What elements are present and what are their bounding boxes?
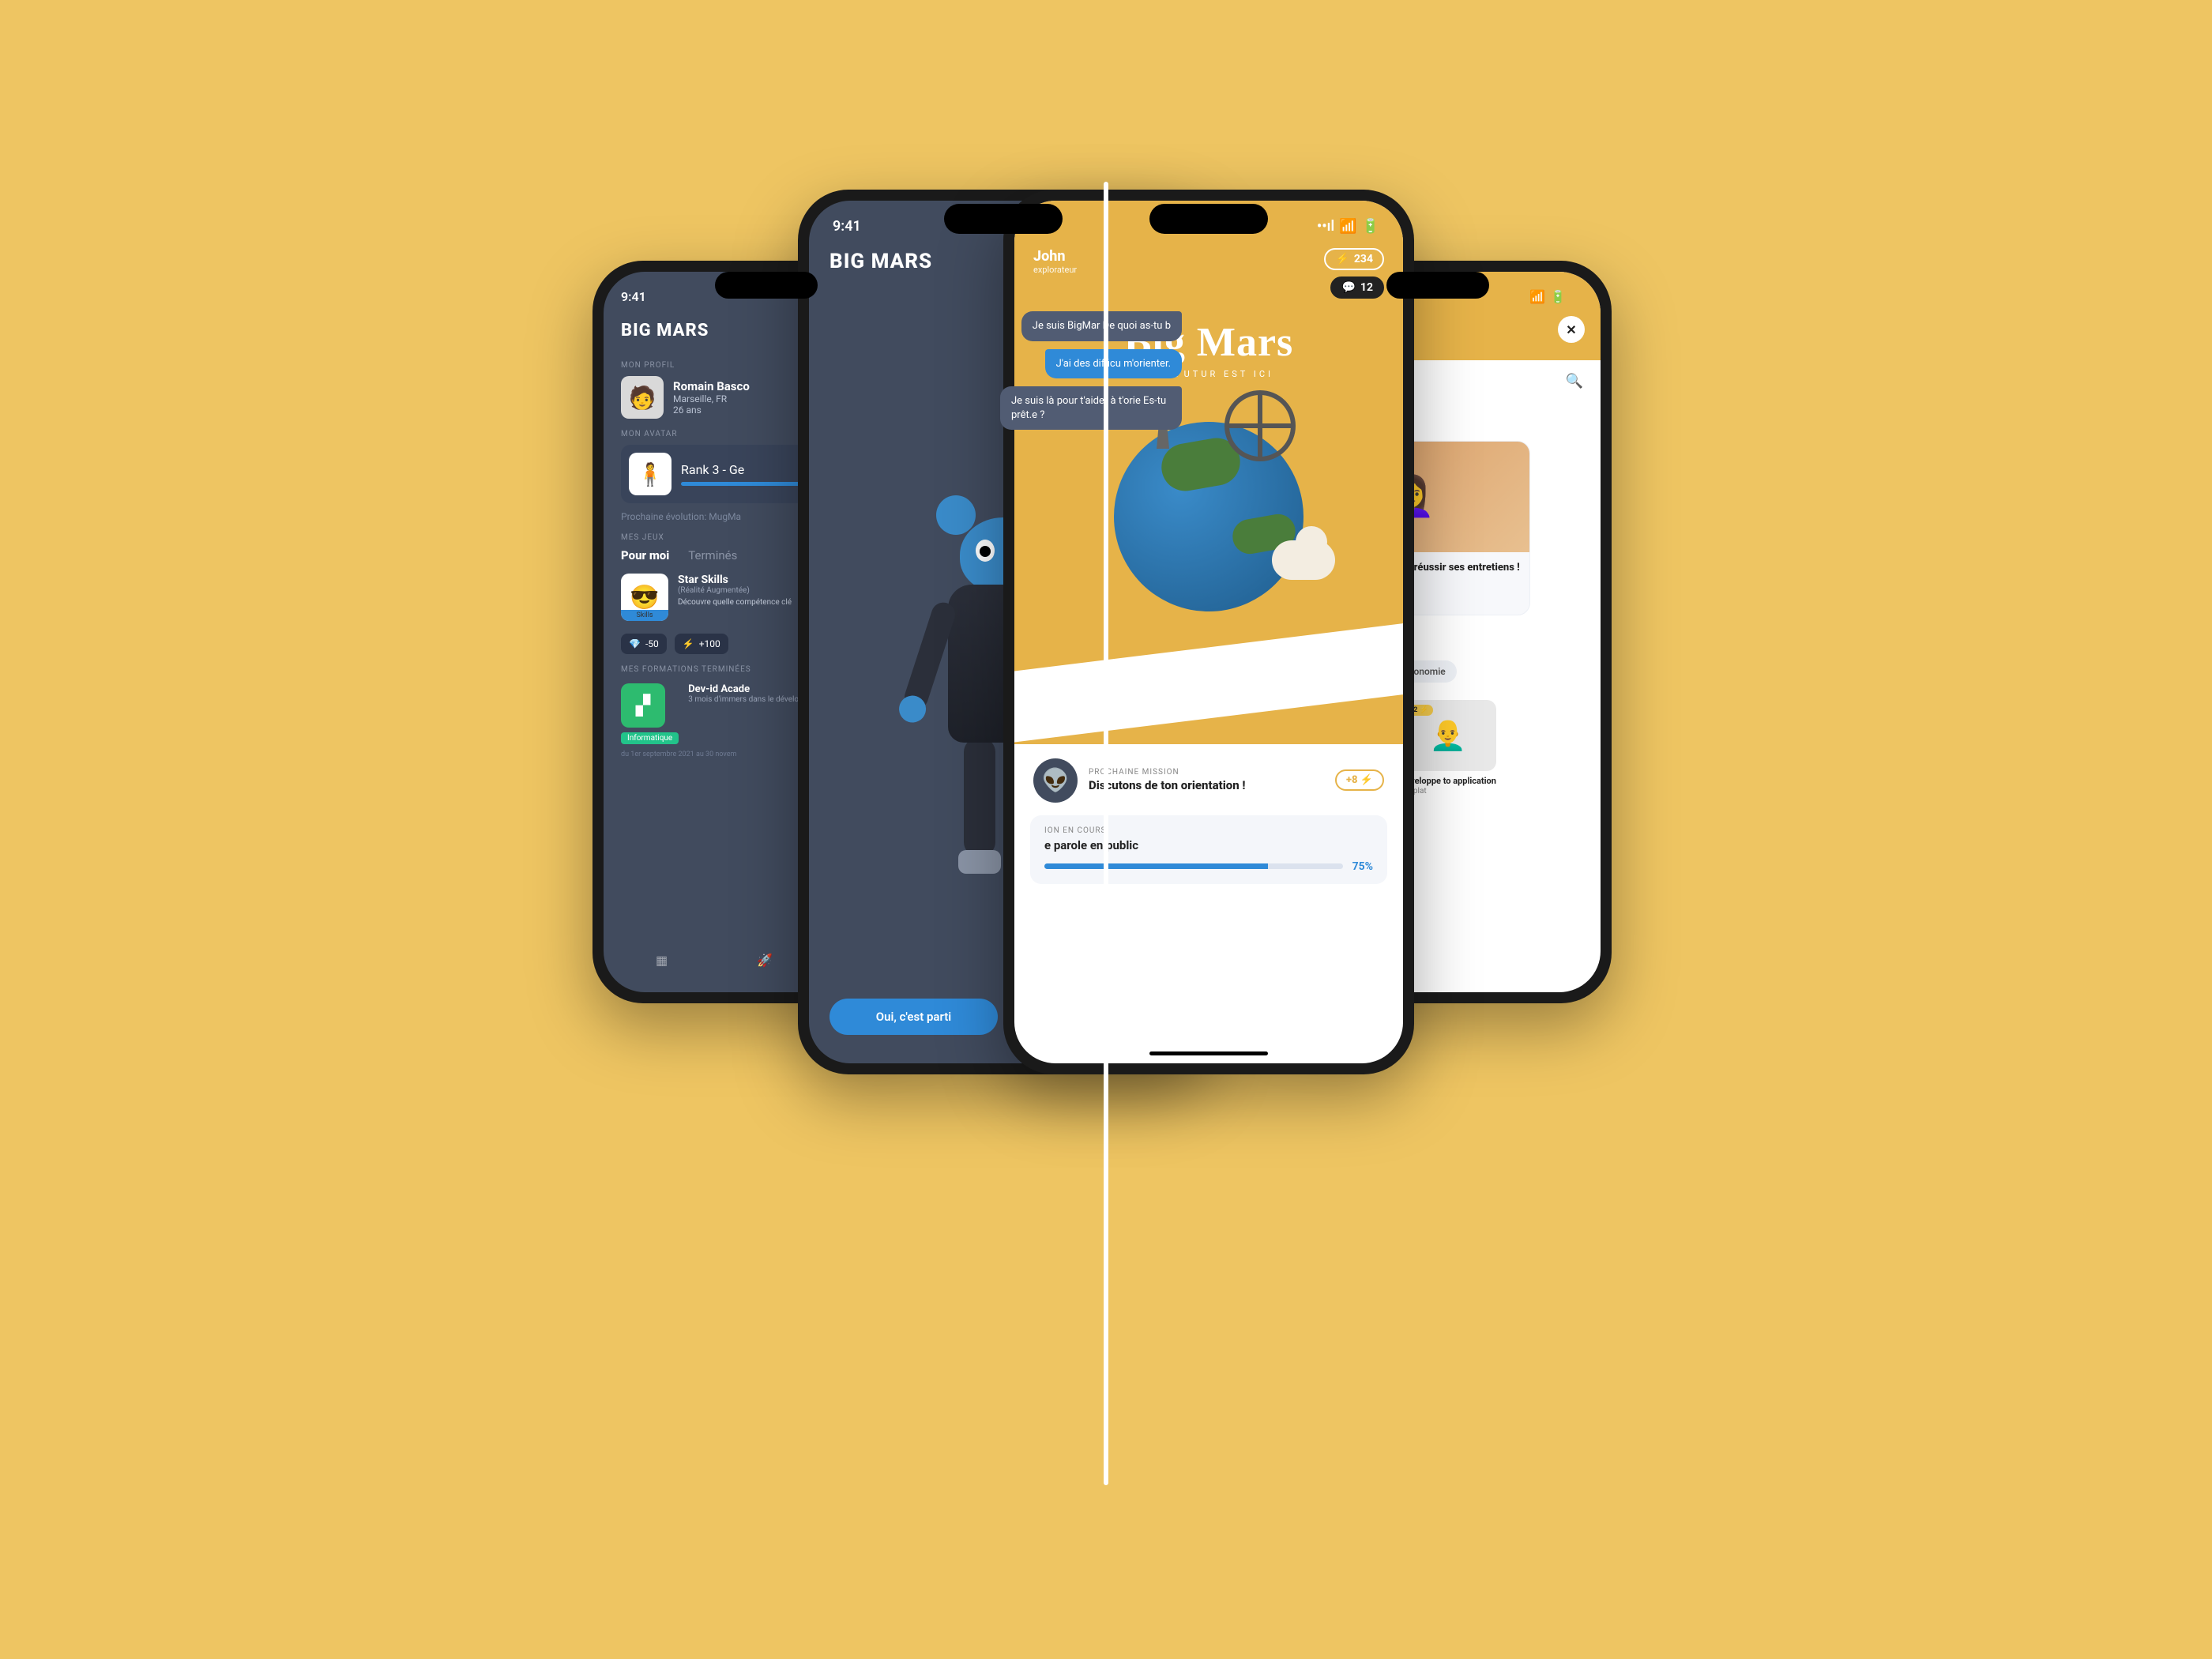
chip-cost: 💎-50 (621, 634, 667, 654)
bolt-icon: ⚡ (683, 638, 694, 649)
hero-section: ••ıl📶🔋 John explorateur ⚡234 💬12 Big Mar… (1014, 201, 1403, 744)
ferris-wheel-icon (1224, 390, 1296, 461)
formation-thumb: ▞ (621, 683, 665, 728)
current-formation-card[interactable]: ION EN COURS e parole en public 75% (1030, 815, 1387, 884)
mockup-stage: 9:41 📶🔋 BIG MARS MON PROFIL 🧑 Romain Bas… (316, 158, 1896, 1501)
rank-avatar: 🧍 (629, 453, 672, 495)
hero-user[interactable]: John explorateur (1033, 248, 1077, 275)
game-thumb: 😎 Skills (621, 574, 668, 621)
gem-icon: 💎 (629, 638, 641, 649)
formation-name: Dev-id Acade (688, 683, 803, 695)
mini-image: 👨‍🦲 12 ⚡ (1400, 700, 1496, 771)
status-icons: ••ıl📶🔋 (1317, 218, 1379, 235)
notch (1386, 272, 1489, 299)
mini-title: Développe to application (1400, 776, 1496, 787)
chat-thread: Je suis BigMar De quoi as-tu b J'ai des … (1000, 311, 1182, 430)
profile-location: Marseille, FR (673, 393, 750, 404)
notch (715, 272, 818, 299)
profile-photo: 🧑 (621, 376, 664, 419)
formation-desc: 3 mois d'immers dans le dévelop (688, 695, 803, 704)
center-divider (1104, 182, 1108, 1485)
notch (944, 204, 1063, 234)
game-tag: Skills (621, 610, 668, 621)
mission-bonus: +8 ⚡ (1335, 769, 1384, 791)
user-name: John (1033, 248, 1077, 265)
profile-age: 26 ans (673, 404, 750, 416)
user-message: J'ai des difficu m'orienter. (1045, 349, 1182, 379)
home-indicator (1149, 1051, 1268, 1055)
tab-grid-icon[interactable]: ▦ (656, 953, 675, 972)
bot-message: Je suis là pour t'aider à t'orie Es-tu p… (1000, 386, 1182, 430)
mission-label: PROCHAINE MISSION (1089, 768, 1324, 777)
chat-icon: 💬 (1341, 281, 1355, 294)
points-pill[interactable]: ⚡234 (1324, 248, 1384, 270)
messages-pill[interactable]: 💬12 (1330, 276, 1384, 299)
mini-card[interactable]: 👨‍🦲 12 ⚡ Développe to application @lapla… (1400, 700, 1496, 796)
game-subtitle: (Réalité Augmentée) (678, 586, 792, 595)
bolt-icon: ⚡ (1335, 253, 1349, 265)
bot-message: Je suis BigMar De quoi as-tu b (1021, 311, 1182, 341)
tab-finished[interactable]: Terminés (688, 548, 737, 562)
game-title: Star Skills (678, 574, 792, 586)
formation-tag: Informatique (621, 732, 679, 744)
planet-illustration (1090, 398, 1327, 635)
status-time: 9:41 (621, 289, 646, 304)
current-title: e parole en public (1044, 838, 1373, 852)
search-icon[interactable]: 🔍 (1566, 373, 1583, 389)
current-label: ION EN COURS (1044, 826, 1373, 835)
cloud-icon (1272, 540, 1335, 580)
status-time: 9:41 (833, 218, 861, 235)
progress-track (1044, 863, 1343, 869)
tab-rocket-icon[interactable]: 🚀 (757, 953, 776, 972)
mission-avatar: 👽 (1033, 758, 1078, 803)
tab-for-me[interactable]: Pour moi (621, 548, 669, 562)
progress-pct: 75% (1352, 860, 1373, 873)
profile-name: Romain Basco (673, 379, 750, 393)
progress-fill (1044, 863, 1268, 869)
status-icons: 📶🔋 (1529, 289, 1566, 304)
game-desc: Découvre quelle compétence clé (678, 598, 792, 607)
notch (1149, 204, 1268, 234)
user-role: explorateur (1033, 265, 1077, 275)
mission-title: Discutons de ton orientation ! (1089, 778, 1324, 792)
next-mission-row[interactable]: 👽 PROCHAINE MISSION Discutons de ton ori… (1014, 744, 1403, 803)
mini-sub: @laplat (1400, 787, 1496, 796)
chip-reward: ⚡+100 (675, 634, 728, 654)
close-button[interactable]: ✕ (1558, 316, 1585, 343)
yes-button[interactable]: Oui, c'est parti (830, 999, 998, 1035)
